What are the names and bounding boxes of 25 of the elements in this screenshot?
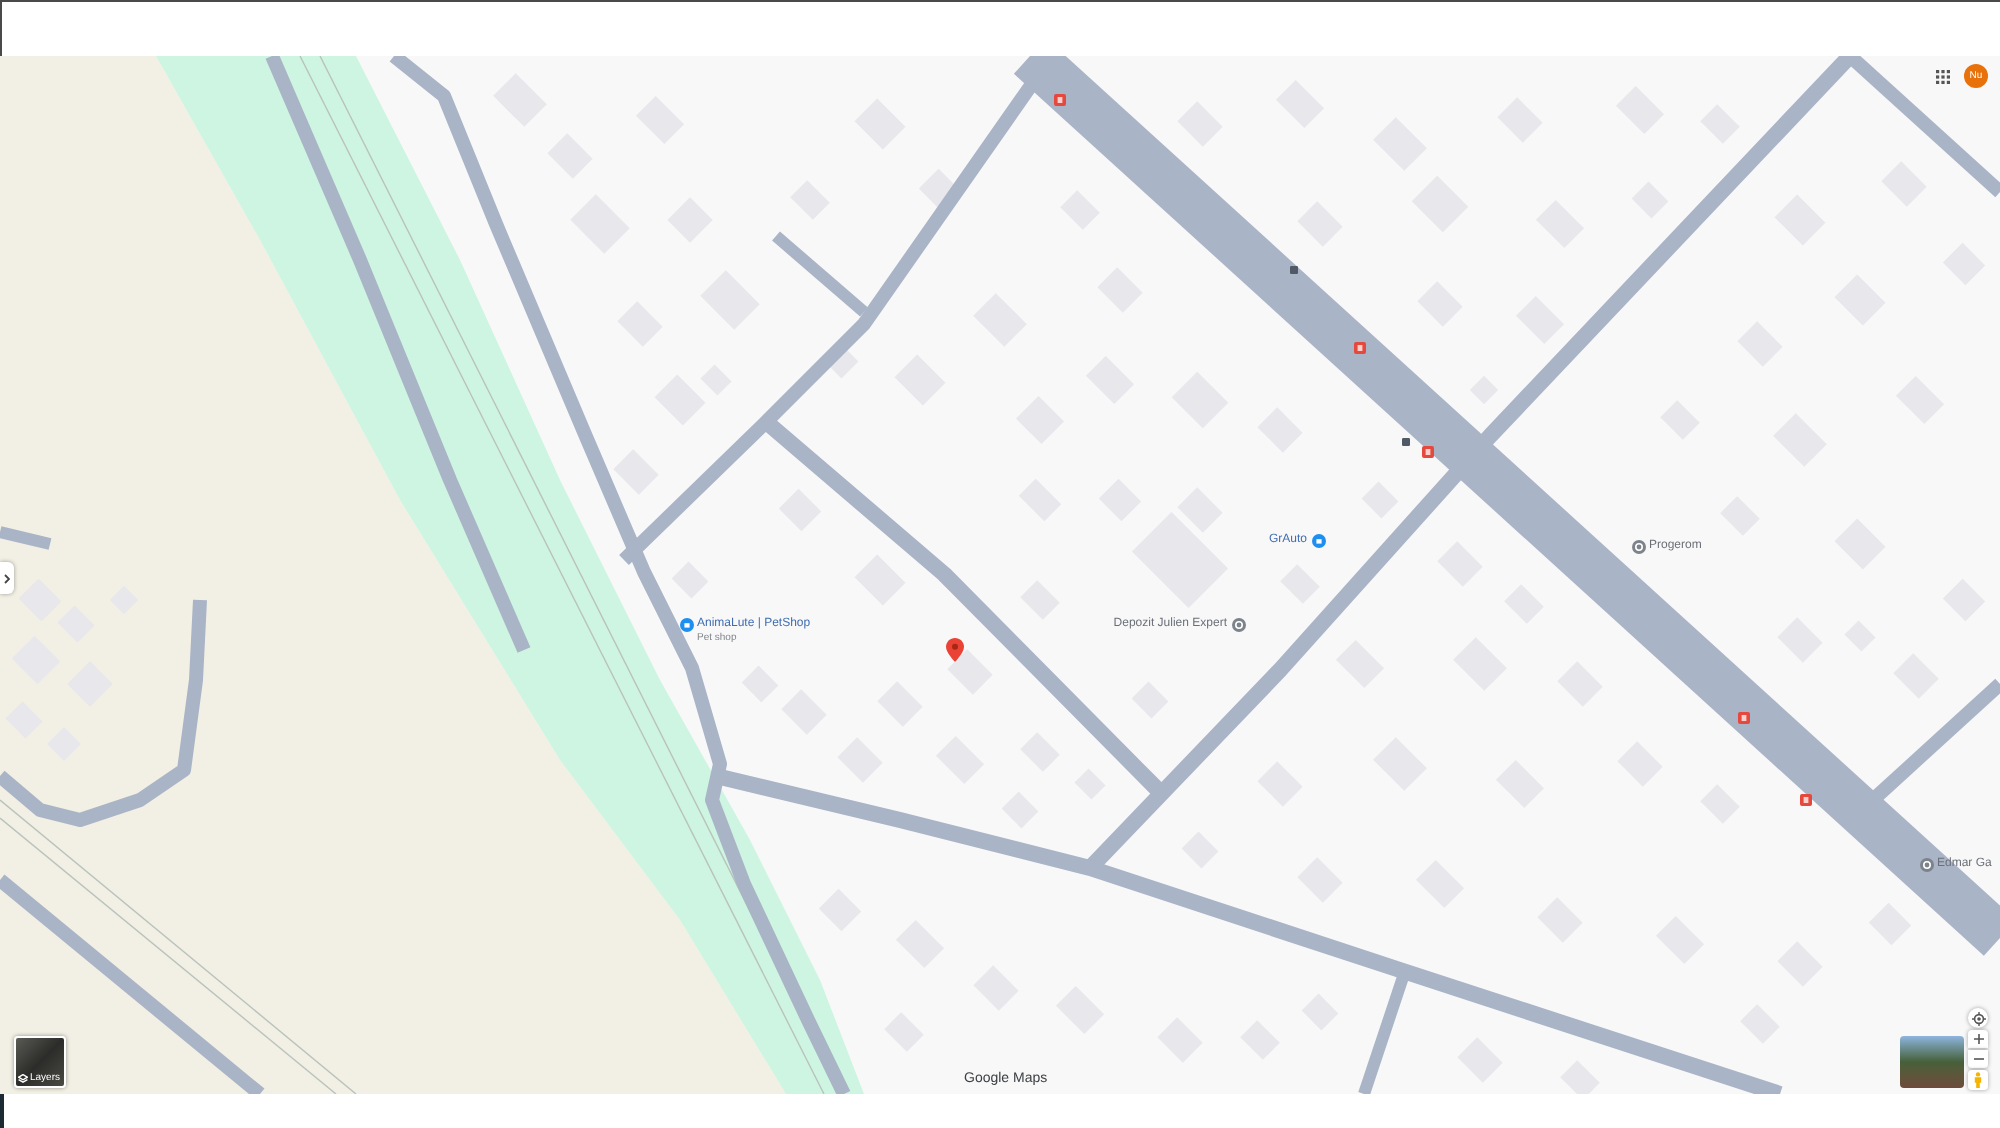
place-marker-icon[interactable] <box>1631 539 1645 553</box>
layers-icon <box>18 1074 28 1084</box>
zoom-in-button[interactable] <box>1968 1030 1988 1048</box>
crosshair-icon <box>1971 1011 1985 1025</box>
chevron-right-icon <box>4 573 10 583</box>
street-view-photo-placeholder[interactable] <box>1900 1036 1964 1088</box>
transit-marker-icon[interactable] <box>1354 342 1366 354</box>
transit-marker-icon[interactable] <box>1422 446 1434 458</box>
apps-grid-icon[interactable] <box>1936 70 1950 84</box>
shop-marker-icon[interactable] <box>679 617 693 631</box>
signal-marker-icon <box>1290 266 1298 274</box>
road <box>0 526 52 550</box>
transit-marker-icon[interactable] <box>1738 712 1750 724</box>
location-pin-icon[interactable] <box>946 638 964 662</box>
place-marker-icon[interactable] <box>1919 857 1933 871</box>
place-marker-icon[interactable] <box>1231 617 1245 631</box>
transit-marker-icon[interactable] <box>1054 94 1066 106</box>
expand-panel-button[interactable] <box>0 562 14 594</box>
signal-marker-icon <box>1402 438 1410 446</box>
transit-marker-icon[interactable] <box>1800 794 1812 806</box>
minus-icon <box>1973 1058 1983 1060</box>
zoom-out-button[interactable] <box>1968 1050 1988 1068</box>
shop-marker-icon[interactable] <box>1311 533 1325 547</box>
plus-icon <box>1973 1034 1983 1044</box>
person-icon <box>1974 1072 1982 1088</box>
